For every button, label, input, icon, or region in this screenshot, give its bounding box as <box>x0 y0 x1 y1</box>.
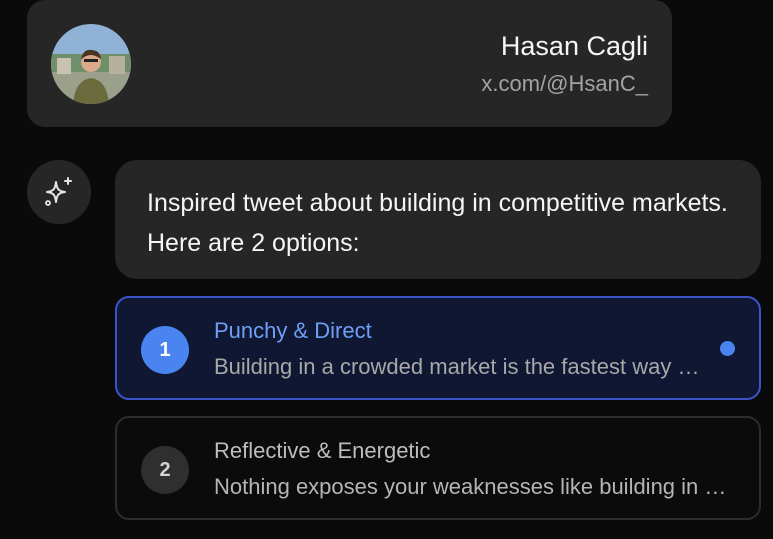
option-preview: Nothing exposes your weaknesses like bui… <box>214 474 734 499</box>
option-preview: Building in a crowded market is the fast… <box>214 354 704 379</box>
option-card-2[interactable]: 2 Reflective & Energetic Nothing exposes… <box>115 416 761 520</box>
option-title: Punchy & Direct <box>214 318 372 343</box>
option-card-1[interactable]: 1 Punchy & Direct Building in a crowded … <box>115 296 761 400</box>
avatar <box>51 24 131 104</box>
profile-card[interactable]: Hasan Cagli x.com/@HsanC_ <box>27 0 672 127</box>
option-number-badge: 1 <box>141 326 189 374</box>
assistant-message: Inspired tweet about building in competi… <box>115 160 761 279</box>
selected-indicator <box>720 341 735 356</box>
assistant-avatar <box>27 160 91 224</box>
profile-handle[interactable]: x.com/@HsanC_ <box>481 71 648 97</box>
avatar-photo <box>51 24 131 104</box>
option-title: Reflective & Energetic <box>214 438 431 463</box>
sparkles-icon <box>45 177 72 206</box>
option-number-badge: 2 <box>141 446 189 494</box>
profile-name: Hasan Cagli <box>500 31 648 61</box>
